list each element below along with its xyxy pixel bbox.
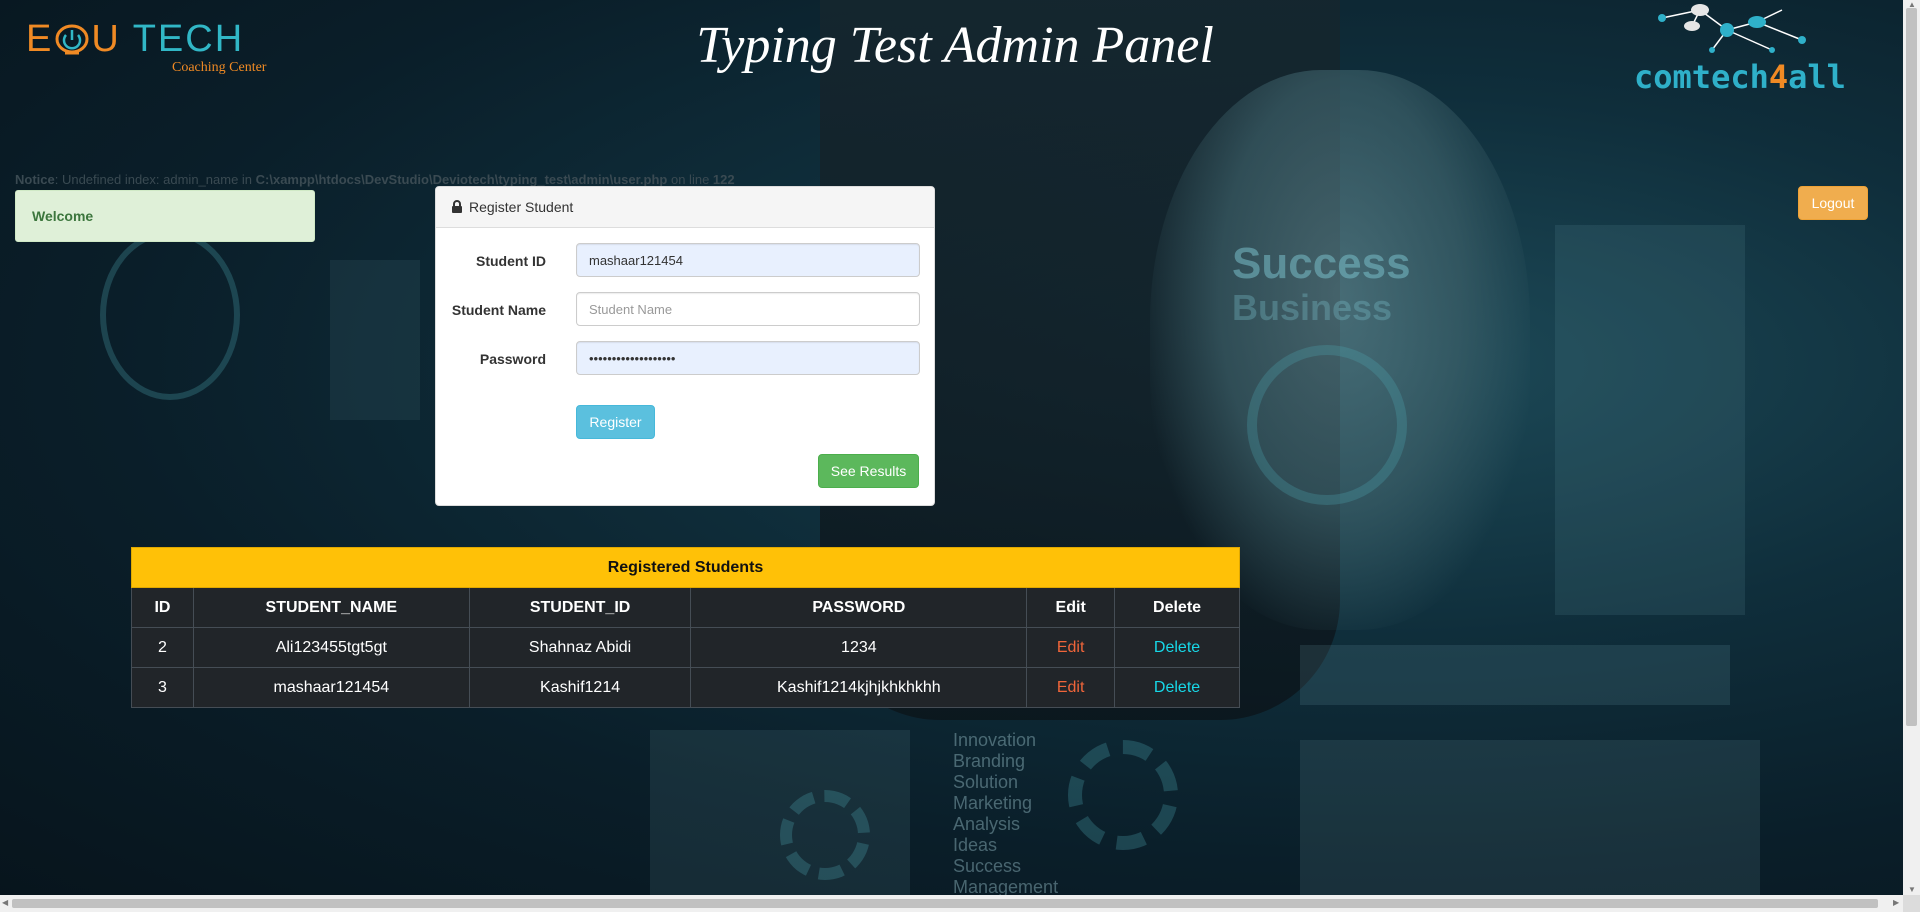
cell-password: Kashif1214kjhjkhkhkhh	[690, 667, 1028, 708]
cell-delete: Delete	[1114, 627, 1240, 668]
background-gear	[780, 790, 870, 880]
network-icon	[1658, 4, 1806, 53]
background-panel	[650, 730, 910, 900]
password-row: Password	[436, 341, 936, 377]
registered-students-table: Registered Students ID STUDENT_NAME STUD…	[131, 547, 1240, 708]
panel-heading: Register Student	[436, 187, 934, 228]
student-id-input[interactable]	[576, 243, 920, 277]
vertical-scrollbar[interactable]: ▲ ▼	[1903, 0, 1920, 895]
logout-button[interactable]: Logout	[1798, 186, 1868, 220]
background-panel	[1300, 740, 1760, 900]
column-header-delete: Delete	[1114, 587, 1240, 628]
cell-edit: Edit	[1026, 627, 1116, 668]
student-id-label: Student ID	[476, 253, 546, 269]
cell-edit: Edit	[1026, 667, 1116, 708]
cell-student-name: Ali123455tgt5gt	[192, 627, 470, 668]
comtech4all-logo: comtech4all	[1632, 0, 1852, 100]
table-row: 2 Ali123455tgt5gt Shahnaz Abidi 1234 Edi…	[131, 627, 1240, 668]
background-success-text: Success Business	[1232, 239, 1411, 329]
register-button[interactable]: Register	[576, 405, 655, 439]
cell-password: 1234	[690, 627, 1028, 668]
delete-link[interactable]: Delete	[1154, 679, 1200, 696]
edit-link[interactable]: Edit	[1057, 639, 1085, 656]
cell-delete: Delete	[1114, 667, 1240, 708]
edit-link[interactable]: Edit	[1057, 679, 1085, 696]
background-panel	[330, 260, 420, 420]
table-caption: Registered Students	[131, 547, 1240, 588]
column-header-student-name: STUDENT_NAME	[192, 587, 470, 628]
delete-link[interactable]: Delete	[1154, 639, 1200, 656]
scroll-down-icon[interactable]: ▼	[1908, 886, 1916, 894]
password-label: Password	[479, 351, 546, 367]
column-header-id: ID	[131, 587, 194, 628]
cell-student-id: Kashif1214	[468, 667, 692, 708]
vertical-scroll-thumb[interactable]	[1906, 8, 1917, 726]
background-panel	[1300, 645, 1730, 705]
background-word-list: Innovation Branding Solution Marketing A…	[953, 730, 1059, 897]
cell-student-id: Shahnaz Abidi	[468, 627, 692, 668]
scroll-left-icon[interactable]: ◀	[2, 899, 8, 907]
horizontal-scroll-thumb[interactable]	[12, 899, 1878, 908]
password-input[interactable]	[576, 341, 920, 375]
lock-icon	[451, 199, 463, 213]
scroll-right-icon[interactable]: ▶	[1893, 899, 1899, 907]
student-name-row: Student Name	[436, 292, 936, 328]
cell-id: 3	[131, 667, 194, 708]
register-student-panel: Register Student Student ID Student Name…	[435, 186, 935, 506]
column-header-password: PASSWORD	[690, 587, 1028, 628]
scrollbar-corner	[1903, 895, 1920, 912]
welcome-alert: Welcome	[15, 190, 315, 242]
cell-student-name: mashaar121454	[192, 667, 470, 708]
background-hand	[1150, 70, 1530, 630]
student-id-row: Student ID	[436, 243, 936, 279]
cell-id: 2	[131, 627, 194, 668]
column-header-edit: Edit	[1026, 587, 1116, 628]
student-name-input[interactable]	[576, 292, 920, 326]
horizontal-scrollbar[interactable]: ◀ ▶	[0, 895, 1903, 912]
column-header-student-id: STUDENT_ID	[468, 587, 692, 628]
table-header-row: ID STUDENT_NAME STUDENT_ID PASSWORD Edit…	[131, 587, 1240, 628]
background-image: Success Business Innovation Branding Sol…	[0, 0, 1920, 912]
background-bulb	[100, 230, 240, 400]
background-panel	[1555, 225, 1745, 615]
table-row: 3 mashaar121454 Kashif1214 Kashif1214kjh…	[131, 667, 1240, 708]
see-results-button[interactable]: See Results	[818, 454, 919, 488]
background-pie-ring	[1247, 345, 1407, 505]
student-name-label: Student Name	[451, 302, 546, 318]
background-gear	[1068, 740, 1178, 850]
php-notice: Notice: Undefined index: admin_name in C…	[15, 172, 735, 187]
